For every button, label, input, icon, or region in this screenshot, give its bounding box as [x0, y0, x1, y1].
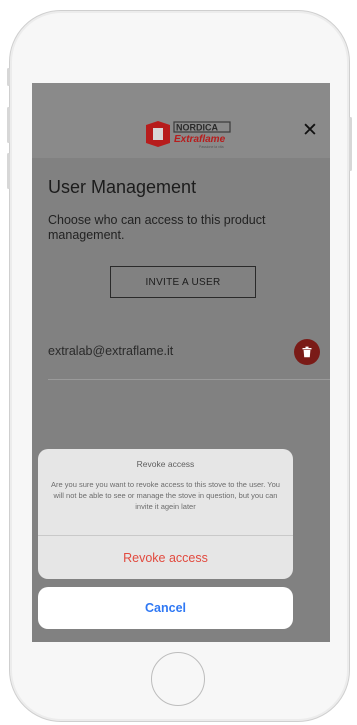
logo-tagline: Passione la vita — [199, 145, 224, 149]
revoke-access-button[interactable]: Revoke access — [38, 536, 293, 579]
list-item: extralab@extraflame.it — [48, 333, 330, 380]
cancel-label: Cancel — [145, 601, 186, 615]
close-icon: ✕ — [302, 120, 318, 141]
logo-brand-top: NORDICA — [176, 123, 218, 133]
brand-logo: NORDICA Extraflame Passione la vita — [146, 121, 231, 149]
page-description: Choose who can access to this product ma… — [48, 213, 266, 242]
close-button[interactable]: ✕ — [300, 121, 320, 141]
user-email: extralab@extraflame.it — [48, 344, 174, 358]
side-button-power — [349, 117, 352, 171]
page-title: User Management — [48, 177, 197, 197]
invite-user-button[interactable]: INVITE A USER — [110, 266, 256, 298]
cancel-button[interactable]: Cancel — [38, 587, 293, 629]
revoke-access-label: Revoke access — [123, 550, 208, 565]
app-screen: NORDICA Extraflame Passione la vita ✕ Us… — [32, 83, 330, 642]
invite-user-label: INVITE A USER — [145, 276, 221, 288]
logo-brand-bottom: Extraflame — [174, 134, 226, 145]
side-button-volume-up — [7, 107, 10, 143]
home-button[interactable] — [151, 652, 205, 706]
revoke-action-sheet: Revoke access Are you sure you want to r… — [38, 449, 293, 579]
side-button-volume-down — [7, 153, 10, 189]
app-header: NORDICA Extraflame Passione la vita ✕ — [32, 83, 330, 158]
delete-user-button[interactable] — [294, 339, 320, 365]
action-sheet-message: Are you sure you want to revoke access t… — [51, 480, 280, 511]
trash-icon — [302, 346, 312, 358]
action-sheet-title: Revoke access — [136, 459, 195, 469]
side-button-silent — [7, 68, 10, 86]
